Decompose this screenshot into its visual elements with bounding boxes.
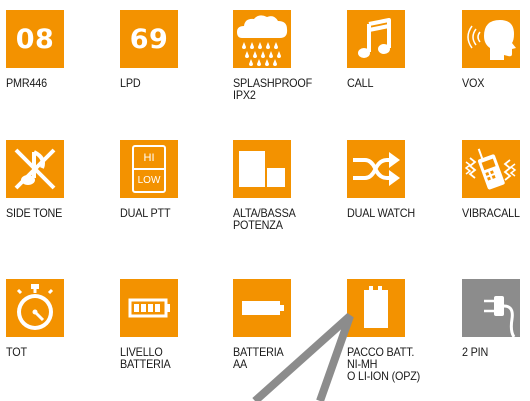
voice-head-icon (462, 10, 520, 68)
aa-battery-icon (233, 279, 291, 337)
music-note-icon (347, 10, 405, 68)
shuffle-arrows-icon (347, 140, 405, 198)
battery-pack-icon (347, 279, 405, 337)
vibrating-radio-icon (462, 140, 520, 198)
feature-label: SIDE TONE (6, 206, 63, 220)
channel-number: 08 (15, 23, 55, 55)
feature-label: LPD (120, 76, 141, 90)
channel-number-tile: 69 (120, 10, 178, 68)
muted-note-icon (6, 140, 64, 198)
feature-label: PMR446 (6, 76, 47, 90)
feature-label: SPLASHPROOF IPX2 (233, 76, 313, 102)
channel-number-tile: 08 (6, 10, 64, 68)
feature-label: ALTA/BASSA POTENZA (233, 206, 296, 232)
feature-label: CALL (347, 76, 374, 90)
feature-label: DUAL PTT (120, 206, 171, 220)
feature-label: BATTERIA AA (233, 345, 284, 371)
feature-label: VOX (462, 76, 485, 90)
hi-label: HI (143, 152, 155, 164)
feature-label: LIVELLO BATTERIA (120, 345, 171, 371)
feature-label: VIBRACALL (462, 206, 520, 220)
battery-level-icon (120, 279, 178, 337)
power-bars-icon (233, 140, 291, 198)
feature-label: DUAL WATCH (347, 206, 416, 220)
stopwatch-icon (6, 279, 64, 337)
feature-label: TOT (6, 345, 27, 359)
rain-cloud-icon (233, 10, 291, 68)
feature-label: PACCO BATT. NI-MH O LI-ION (OPZ) (347, 345, 421, 383)
low-label: LOW (137, 175, 161, 186)
two-pin-plug-icon (462, 279, 520, 337)
channel-number: 69 (129, 23, 169, 55)
hi-low-icon: HI LOW (120, 140, 178, 198)
feature-label: 2 PIN (462, 345, 489, 359)
